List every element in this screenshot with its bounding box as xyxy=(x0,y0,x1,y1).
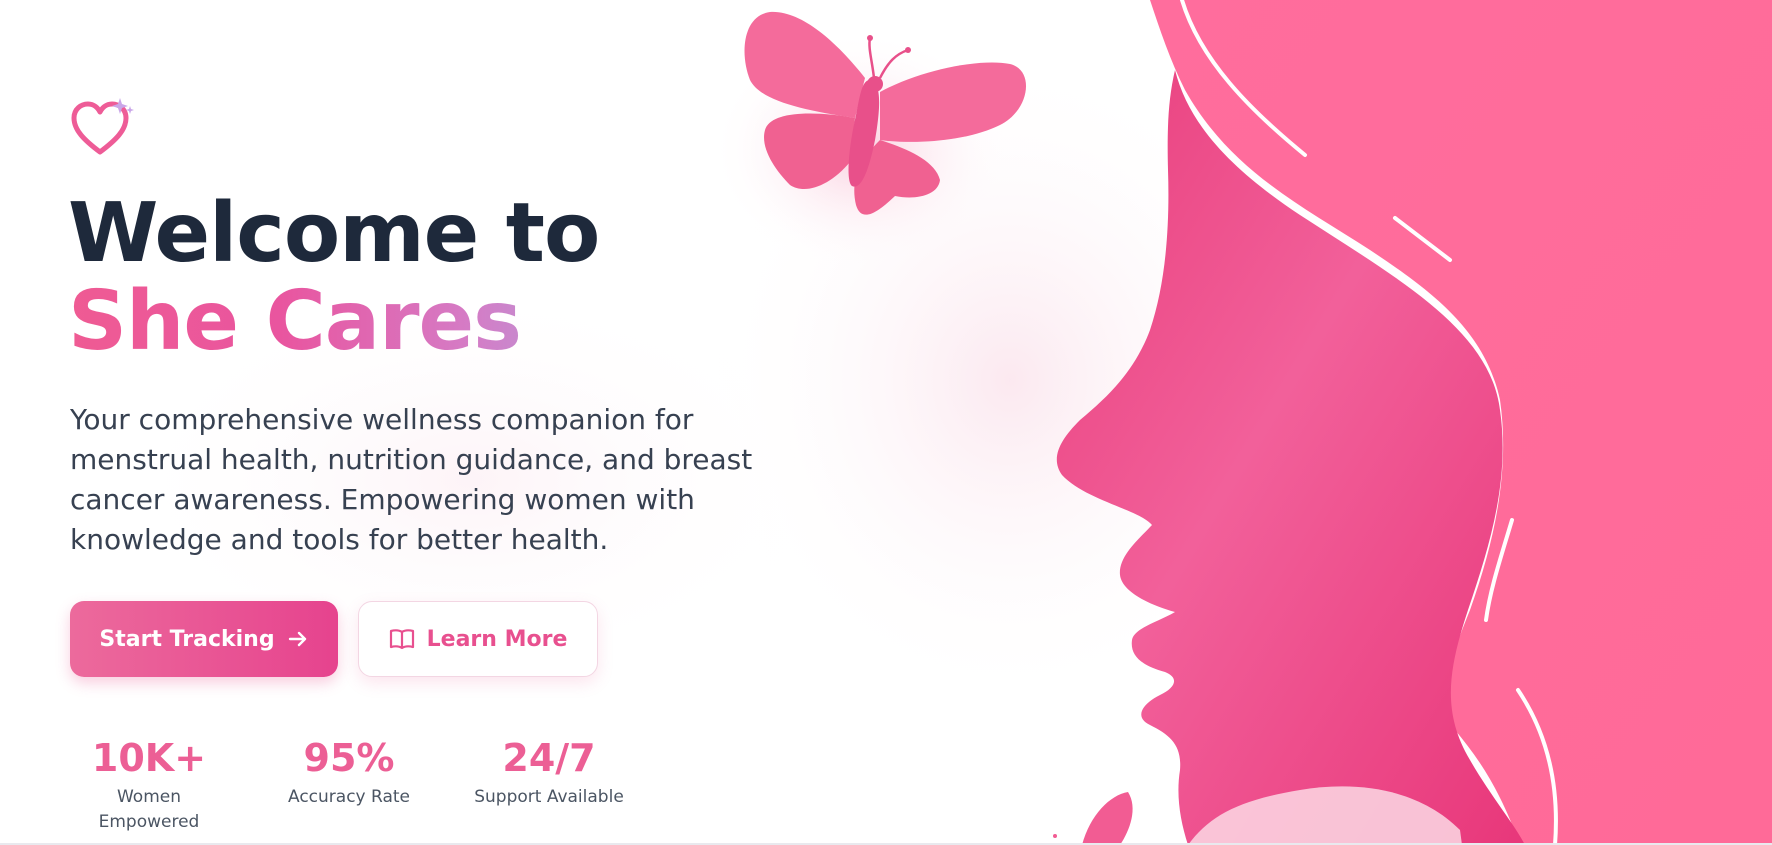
learn-more-label: Learn More xyxy=(426,626,568,652)
start-tracking-label: Start Tracking xyxy=(99,626,275,652)
learn-more-button[interactable]: Learn More xyxy=(358,601,598,677)
stat-value: 10K+ xyxy=(91,736,207,780)
headline-welcome: Welcome to xyxy=(68,186,600,281)
stat-value: 24/7 xyxy=(502,736,596,780)
stat-value: 95% xyxy=(303,736,395,780)
stat-women-empowered: 10K+ Women Empowered xyxy=(69,735,229,835)
stat-support-available: 24/7 Support Available xyxy=(469,735,629,810)
page-title: Welcome to She Cares xyxy=(68,186,600,366)
stat-label: Support Available xyxy=(474,787,624,807)
hero-subtitle: Your comprehensive wellness companion fo… xyxy=(70,403,753,556)
book-open-icon xyxy=(389,629,414,650)
stat-accuracy-rate: 95% Accuracy Rate xyxy=(269,735,429,810)
arrow-right-icon xyxy=(288,631,306,647)
stat-label: Accuracy Rate xyxy=(288,787,410,807)
start-tracking-button[interactable]: Start Tracking xyxy=(70,601,338,677)
headline-brand: She Cares xyxy=(68,278,599,366)
heart-sparkle-icon xyxy=(71,98,134,155)
hero-section: Welcome to She Cares Your comprehensive … xyxy=(0,0,1772,845)
stat-label: Women Empowered xyxy=(98,787,200,832)
